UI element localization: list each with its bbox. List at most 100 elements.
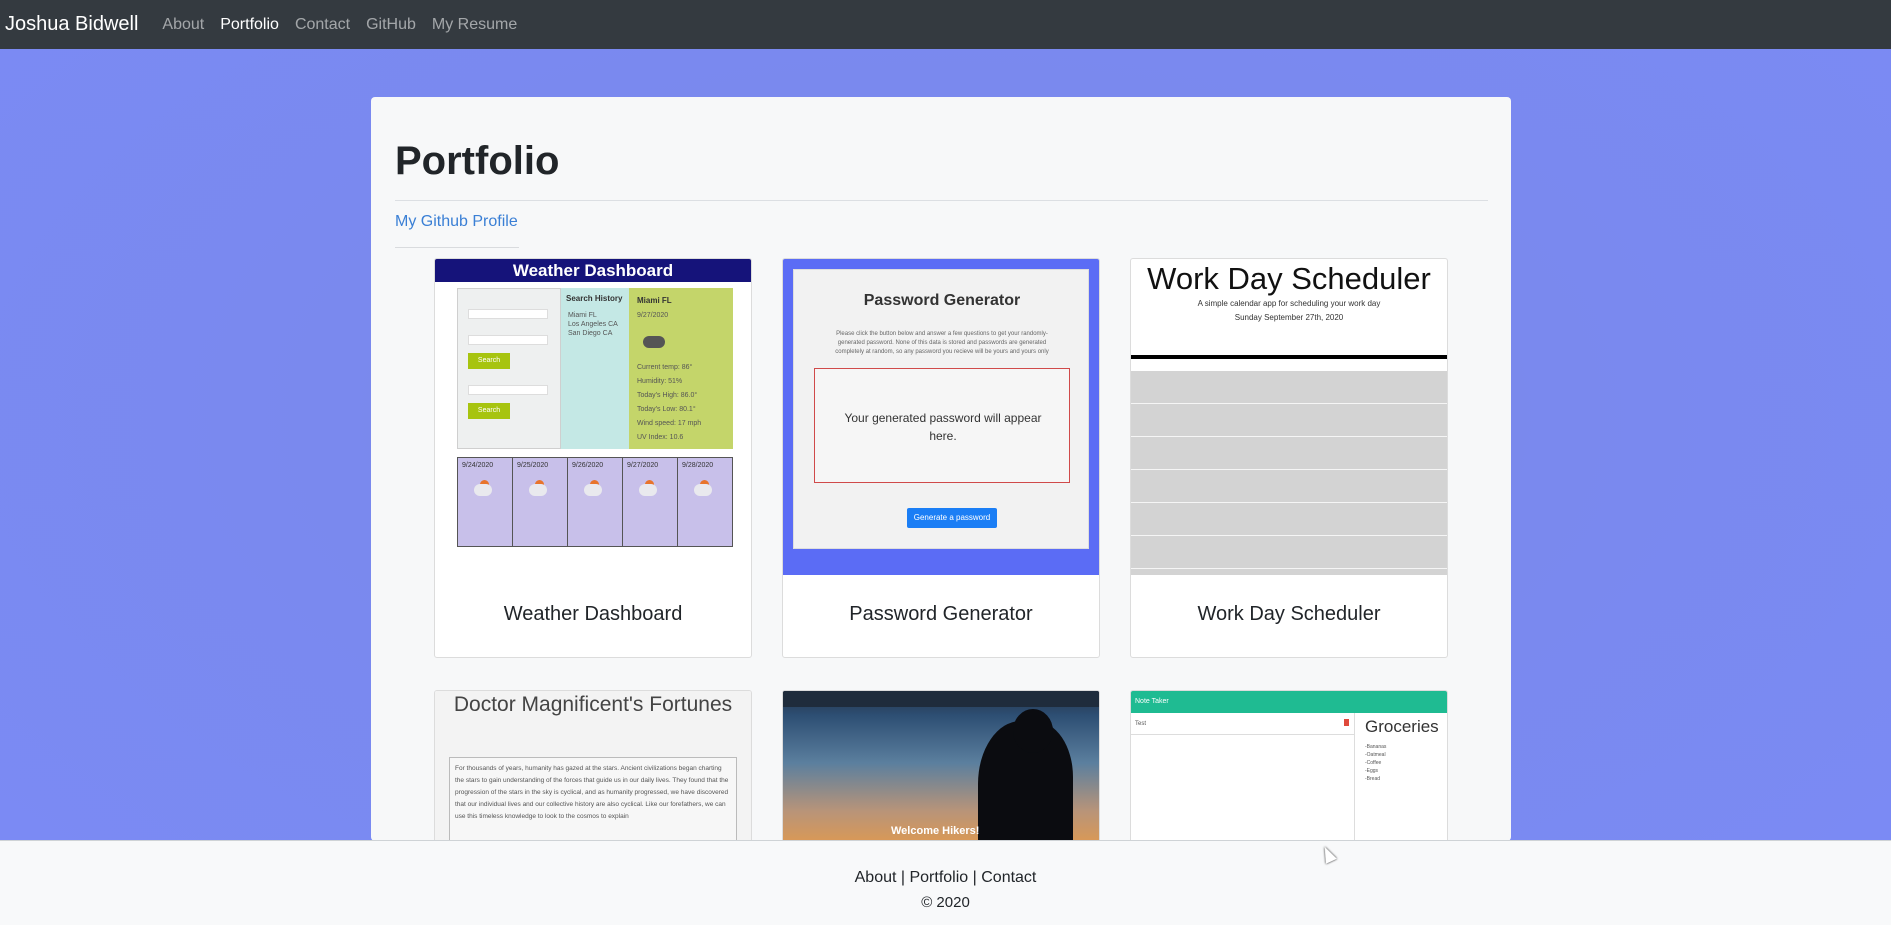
password-shot-output: Your generated password will appear here… bbox=[814, 368, 1070, 483]
project-card-password[interactable]: Password Generator Please click the butt… bbox=[782, 258, 1100, 658]
state-select-mock bbox=[468, 335, 548, 345]
forecast-date: 9/28/2020 bbox=[682, 462, 714, 469]
scheduler-shot-title: Work Day Scheduler bbox=[1147, 261, 1431, 296]
row-line bbox=[1131, 568, 1447, 569]
history-item: San Diego CA bbox=[568, 330, 613, 337]
forecast-day: 9/28/2020 bbox=[678, 458, 732, 546]
row-line bbox=[1131, 502, 1447, 503]
forecast-day: 9/26/2020 bbox=[568, 458, 622, 546]
notes-shot-header: Note Taker bbox=[1131, 691, 1447, 713]
project-card-notes[interactable]: Note Taker Test Groceries -Bananas -Oatm… bbox=[1130, 690, 1448, 841]
current-low: Today's Low: 80.1° bbox=[637, 406, 696, 413]
nav-link-portfolio[interactable]: Portfolio bbox=[220, 16, 279, 34]
hikers-shot-title: Welcome Hikers! bbox=[891, 825, 980, 837]
project-title[interactable]: Password Generator bbox=[783, 603, 1099, 626]
note-item: Test bbox=[1131, 717, 1355, 735]
nav-link-github[interactable]: GitHub bbox=[366, 16, 416, 34]
github-profile-link[interactable]: My Github Profile bbox=[395, 213, 518, 231]
project-card-hikers[interactable]: Welcome Hikers! bbox=[782, 690, 1100, 841]
cloud-icon bbox=[529, 484, 547, 496]
project-card-scheduler[interactable]: Work Day Scheduler A simple calendar app… bbox=[1130, 258, 1448, 658]
password-shot-instructions: Please click the button below and answer… bbox=[835, 331, 1049, 355]
row-line bbox=[1131, 436, 1447, 437]
weather-dashboard-screenshot[interactable]: Weather Dashboard Search Search Search H… bbox=[435, 259, 751, 575]
cloud-icon bbox=[639, 484, 657, 496]
note-line: -Oatmeal bbox=[1365, 752, 1386, 758]
zip-input-mock bbox=[468, 385, 548, 395]
note-line: -Eggs bbox=[1365, 768, 1379, 774]
forecast-day: 9/27/2020 bbox=[623, 458, 677, 546]
footer: About | Portfolio | Contact © 2020 bbox=[0, 840, 1891, 925]
forecast-date: 9/25/2020 bbox=[517, 462, 549, 469]
project-card-weather[interactable]: Weather Dashboard Search Search Search H… bbox=[434, 258, 752, 658]
link-divider bbox=[395, 247, 519, 248]
current-high: Today's High: 86.0° bbox=[637, 392, 698, 399]
cloud-icon bbox=[643, 336, 665, 348]
notes-shot-list: Test bbox=[1131, 713, 1355, 841]
weather-shot-form: Search Search bbox=[457, 288, 561, 449]
weather-shot-current: Miami FL 9/27/2020 Current temp: 86° Hum… bbox=[629, 288, 733, 449]
password-generator-screenshot[interactable]: Password Generator Please click the butt… bbox=[783, 259, 1099, 575]
current-date: 9/27/2020 bbox=[637, 312, 669, 319]
navbar-brand[interactable]: Joshua Bidwell bbox=[5, 13, 138, 36]
page-title: Portfolio bbox=[395, 139, 560, 183]
current-temp: Current temp: 86° bbox=[637, 364, 693, 371]
scheduler-screenshot[interactable]: Work Day Scheduler A simple calendar app… bbox=[1131, 259, 1447, 575]
trash-icon bbox=[1344, 719, 1349, 726]
row-line bbox=[1131, 469, 1447, 470]
current-city: Miami FL bbox=[637, 296, 672, 305]
row-line bbox=[1131, 403, 1447, 404]
cloud-icon bbox=[584, 484, 602, 496]
current-humidity: Humidity: 51% bbox=[637, 378, 683, 385]
fortunes-shot-title: Doctor Magnificent's Fortunes bbox=[453, 693, 733, 716]
scheduler-shot-date: Sunday September 27th, 2020 bbox=[1234, 313, 1344, 322]
project-title[interactable]: Work Day Scheduler bbox=[1131, 603, 1447, 626]
footer-link-contact[interactable]: Contact bbox=[981, 869, 1036, 886]
fortunes-shot-text: For thousands of years, humanity has gaz… bbox=[449, 757, 737, 841]
footer-links: About | Portfolio | Contact bbox=[0, 869, 1891, 887]
weather-shot-header: Weather Dashboard bbox=[435, 259, 751, 282]
weather-shot-forecast: 9/24/2020 9/25/2020 9/26/2020 9/27/2020 … bbox=[457, 457, 733, 547]
cloud-icon bbox=[694, 484, 712, 496]
generate-password-button-mock: Generate a password bbox=[907, 508, 997, 528]
footer-separator: | bbox=[968, 869, 982, 886]
nav-link-about[interactable]: About bbox=[162, 16, 204, 34]
note-line: -Coffee bbox=[1365, 760, 1382, 766]
navbar: Joshua Bidwell About Portfolio Contact G… bbox=[0, 0, 1891, 49]
footer-link-about[interactable]: About bbox=[855, 869, 897, 886]
nav-link-contact[interactable]: Contact bbox=[295, 16, 350, 34]
nav-link-resume[interactable]: My Resume bbox=[432, 16, 517, 34]
title-divider bbox=[395, 200, 1488, 201]
scheduler-shot-divider bbox=[1131, 355, 1447, 359]
password-shot-card: Password Generator Please click the butt… bbox=[793, 269, 1089, 549]
scheduler-shot-subtitle: A simple calendar app for scheduling you… bbox=[1197, 299, 1381, 308]
forecast-date: 9/24/2020 bbox=[462, 462, 494, 469]
history-title: Search History bbox=[566, 294, 623, 303]
weather-search-button-mock-2: Search bbox=[468, 403, 510, 419]
forecast-day: 9/25/2020 bbox=[513, 458, 567, 546]
password-placeholder: Your generated password will appear here… bbox=[844, 411, 1042, 443]
footer-separator: | bbox=[896, 869, 910, 886]
forecast-date: 9/27/2020 bbox=[627, 462, 659, 469]
notes-shot-items: -Bananas -Oatmeal -Coffee -Eggs -Bread bbox=[1365, 743, 1386, 783]
hiker-head-silhouette bbox=[1013, 709, 1053, 753]
current-wind: Wind speed: 17 mph bbox=[637, 420, 702, 427]
project-card-fortunes[interactable]: Doctor Magnificent's Fortunes For thousa… bbox=[434, 690, 752, 841]
note-line: -Bread bbox=[1365, 776, 1381, 782]
forecast-day: 9/24/2020 bbox=[458, 458, 512, 546]
city-input-mock bbox=[468, 309, 548, 319]
history-item: Los Angeles CA bbox=[568, 321, 618, 328]
footer-link-portfolio[interactable]: Portfolio bbox=[909, 869, 968, 886]
cloud-icon bbox=[474, 484, 492, 496]
project-title[interactable]: Weather Dashboard bbox=[435, 603, 751, 626]
notes-shot-title: Groceries bbox=[1365, 717, 1439, 736]
copyright: © 2020 bbox=[921, 894, 970, 911]
forecast-date: 9/26/2020 bbox=[572, 462, 604, 469]
weather-shot-history: Search History Miami FL Los Angeles CA S… bbox=[561, 288, 629, 449]
weather-search-button-mock: Search bbox=[468, 353, 510, 369]
current-uv: UV Index: 10.6 bbox=[637, 434, 684, 441]
portfolio-panel: Portfolio My Github Profile Weather Dash… bbox=[371, 97, 1511, 841]
history-item: Miami FL bbox=[568, 312, 597, 319]
password-shot-title: Password Generator bbox=[863, 292, 1021, 309]
hikers-shot-navbar bbox=[783, 691, 1099, 707]
